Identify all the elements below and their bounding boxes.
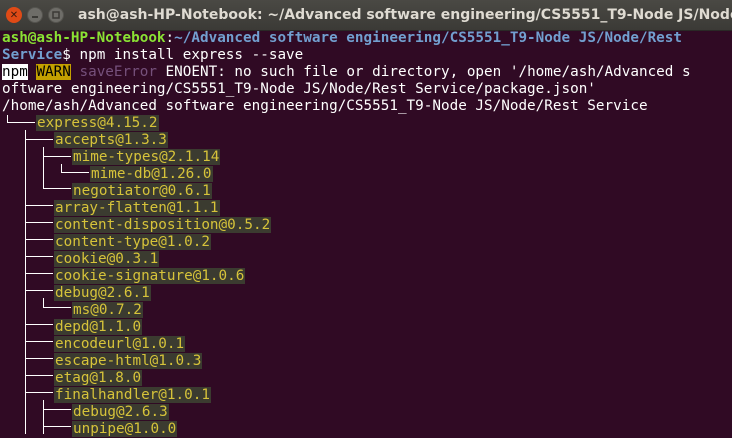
command-text: npm install express --save bbox=[70, 47, 304, 63]
tree-connector bbox=[25, 205, 53, 206]
minimize-button[interactable] bbox=[27, 7, 43, 23]
tree-connector bbox=[25, 290, 53, 291]
warn-tag: WARN bbox=[36, 64, 71, 80]
save-error-tag: saveError bbox=[79, 64, 157, 80]
package-entry: depd@1.1.0 bbox=[54, 319, 143, 335]
tree-connector bbox=[7, 115, 8, 122]
tree-connector bbox=[25, 256, 53, 257]
package-entry: finalhandler@1.0.1 bbox=[54, 387, 211, 403]
tree-connector bbox=[25, 392, 53, 393]
package-entry: content-disposition@0.5.2 bbox=[54, 217, 272, 233]
window-title: ash@ash-HP-Notebook: ~/Advanced software… bbox=[78, 7, 732, 23]
tree-connector bbox=[43, 188, 71, 189]
close-icon: ✕ bbox=[9, 9, 19, 21]
package-entry: array-flatten@1.1.1 bbox=[54, 200, 220, 216]
tree-connector bbox=[43, 298, 44, 307]
terminal-output[interactable]: ash@ash-HP-Notebook:~/Advanced software … bbox=[2, 30, 732, 437]
package-entry: escape-html@1.0.3 bbox=[54, 353, 203, 369]
tree-connector bbox=[25, 324, 53, 325]
tree-connector bbox=[43, 307, 71, 308]
package-entry: encodeurl@1.0.1 bbox=[54, 336, 186, 352]
tree-connector bbox=[7, 122, 35, 123]
package-entry: debug@2.6.3 bbox=[72, 404, 169, 420]
close-button[interactable]: ✕ bbox=[6, 7, 22, 23]
install-path: /home/ash/Advanced software engineering/… bbox=[2, 98, 648, 114]
terminal-window: ✕ ash@ash-HP-Notebook: ~/Advanced softwa… bbox=[0, 0, 732, 438]
prompt-line-2: Service$ npm install express --save bbox=[2, 47, 732, 64]
tree-connector bbox=[61, 164, 62, 172]
package-entry: mime-types@2.1.14 bbox=[72, 149, 221, 165]
tree-connector bbox=[61, 172, 89, 173]
warn-line-2: oftware engineering/CS5551_T9-Node JS/No… bbox=[2, 81, 732, 98]
package-entry: debug@2.6.1 bbox=[54, 285, 151, 301]
prompt-line-1: ash@ash-HP-Notebook:~/Advanced software … bbox=[2, 30, 732, 47]
tree-connector bbox=[25, 222, 53, 223]
package-entry: etag@1.8.0 bbox=[54, 370, 143, 386]
tree-connector bbox=[43, 409, 71, 410]
dependency-tree: express@4.15.2 accepts@1.3.3 mime-types@… bbox=[2, 115, 732, 437]
prompt-separator: : bbox=[165, 30, 175, 46]
package-entry: accepts@1.3.3 bbox=[54, 132, 168, 148]
tree-connector bbox=[25, 130, 26, 434]
prompt-symbol: $ bbox=[62, 47, 71, 63]
install-path-line: /home/ash/Advanced software engineering/… bbox=[2, 98, 732, 115]
title-bar[interactable]: ✕ ash@ash-HP-Notebook: ~/Advanced softwa… bbox=[0, 0, 732, 31]
package-entry: mime-db@1.26.0 bbox=[90, 166, 213, 182]
tree-connector bbox=[43, 147, 44, 188]
warn-message-cont: oftware engineering/CS5551_T9-Node JS/No… bbox=[2, 81, 596, 97]
prompt-path-cont: Service bbox=[2, 47, 63, 63]
tree-connector bbox=[25, 358, 53, 359]
npm-tag: npm bbox=[2, 64, 28, 80]
tree-connector bbox=[25, 273, 53, 274]
warn-line-1: npm WARN saveError ENOENT: no such file … bbox=[2, 64, 732, 81]
package-entry: ms@0.7.2 bbox=[72, 302, 143, 318]
package-entry: cookie@0.3.1 bbox=[54, 251, 160, 267]
package-entry: cookie-signature@1.0.6 bbox=[54, 268, 246, 284]
maximize-icon bbox=[52, 11, 60, 19]
package-entry: negotiator@0.6.1 bbox=[72, 183, 212, 199]
package-entry: content-type@1.0.2 bbox=[54, 234, 211, 250]
tree-connector bbox=[25, 139, 53, 140]
minimize-icon bbox=[32, 16, 38, 18]
tree-connector bbox=[25, 341, 53, 342]
package-entry: unpipe@1.0.0 bbox=[72, 421, 178, 437]
maximize-button[interactable] bbox=[48, 7, 64, 23]
tree-connector bbox=[25, 239, 53, 240]
prompt-path: ~/Advanced software engineering/CS5551_T… bbox=[174, 30, 682, 46]
tree-connector bbox=[43, 156, 71, 157]
package-entry: express@4.15.2 bbox=[36, 115, 159, 131]
tree-connector bbox=[43, 400, 44, 434]
prompt-user: ash@ash-HP-Notebook bbox=[2, 30, 166, 46]
tree-connector bbox=[43, 426, 71, 427]
warn-message: ENOENT: no such file or directory, open … bbox=[156, 64, 691, 80]
tree-connector bbox=[25, 375, 53, 376]
